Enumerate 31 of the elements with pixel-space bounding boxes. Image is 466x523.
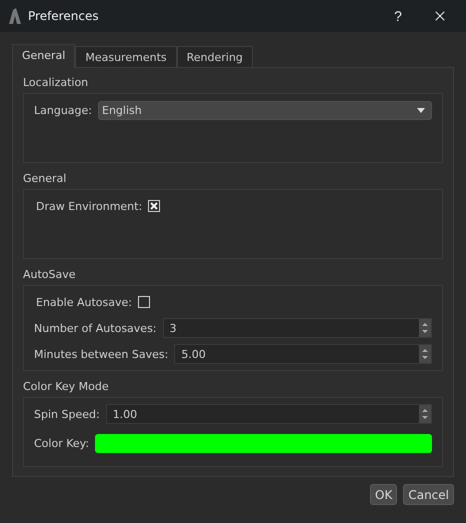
spin-box[interactable]: 3 bbox=[162, 318, 432, 338]
color-swatch[interactable] bbox=[95, 434, 432, 452]
checkbox[interactable] bbox=[148, 200, 160, 212]
checkbox[interactable] bbox=[138, 296, 150, 308]
spin-arrows-icon[interactable] bbox=[419, 405, 431, 423]
section-title: AutoSave bbox=[23, 268, 77, 281]
field-label: Enable Autosave: bbox=[36, 296, 132, 308]
spin-box[interactable]: 5.00 bbox=[174, 344, 432, 364]
field-label: Number of Autosaves: bbox=[34, 322, 157, 334]
spin-arrows-icon[interactable] bbox=[419, 319, 431, 337]
cross-icon bbox=[150, 202, 158, 210]
section-title: Localization bbox=[23, 76, 90, 89]
tab[interactable]: Measurements bbox=[75, 46, 177, 68]
spin-box[interactable]: 1.00 bbox=[106, 404, 432, 424]
language-dropdown[interactable]: English bbox=[98, 100, 432, 120]
section-title: Color Key Mode bbox=[23, 380, 110, 393]
app-logo-icon bbox=[8, 8, 22, 24]
tab[interactable]: General bbox=[12, 44, 76, 68]
field-label: Color Key: bbox=[34, 436, 90, 450]
dialog-button[interactable]: Cancel bbox=[403, 484, 454, 505]
help-button[interactable]: ? bbox=[380, 2, 416, 30]
field-label: Spin Speed: bbox=[34, 408, 100, 420]
field-label: Language: bbox=[34, 104, 92, 116]
section-title: General bbox=[23, 172, 68, 185]
tab[interactable]: Rendering bbox=[176, 46, 253, 68]
dialog-button[interactable]: OK bbox=[370, 484, 398, 505]
spin-arrows-icon[interactable] bbox=[419, 345, 431, 363]
field-label: Draw Environment: bbox=[36, 200, 142, 212]
field-label: Minutes between Saves: bbox=[34, 348, 168, 360]
window-title: Preferences bbox=[28, 9, 100, 23]
caret-icon bbox=[417, 108, 425, 112]
